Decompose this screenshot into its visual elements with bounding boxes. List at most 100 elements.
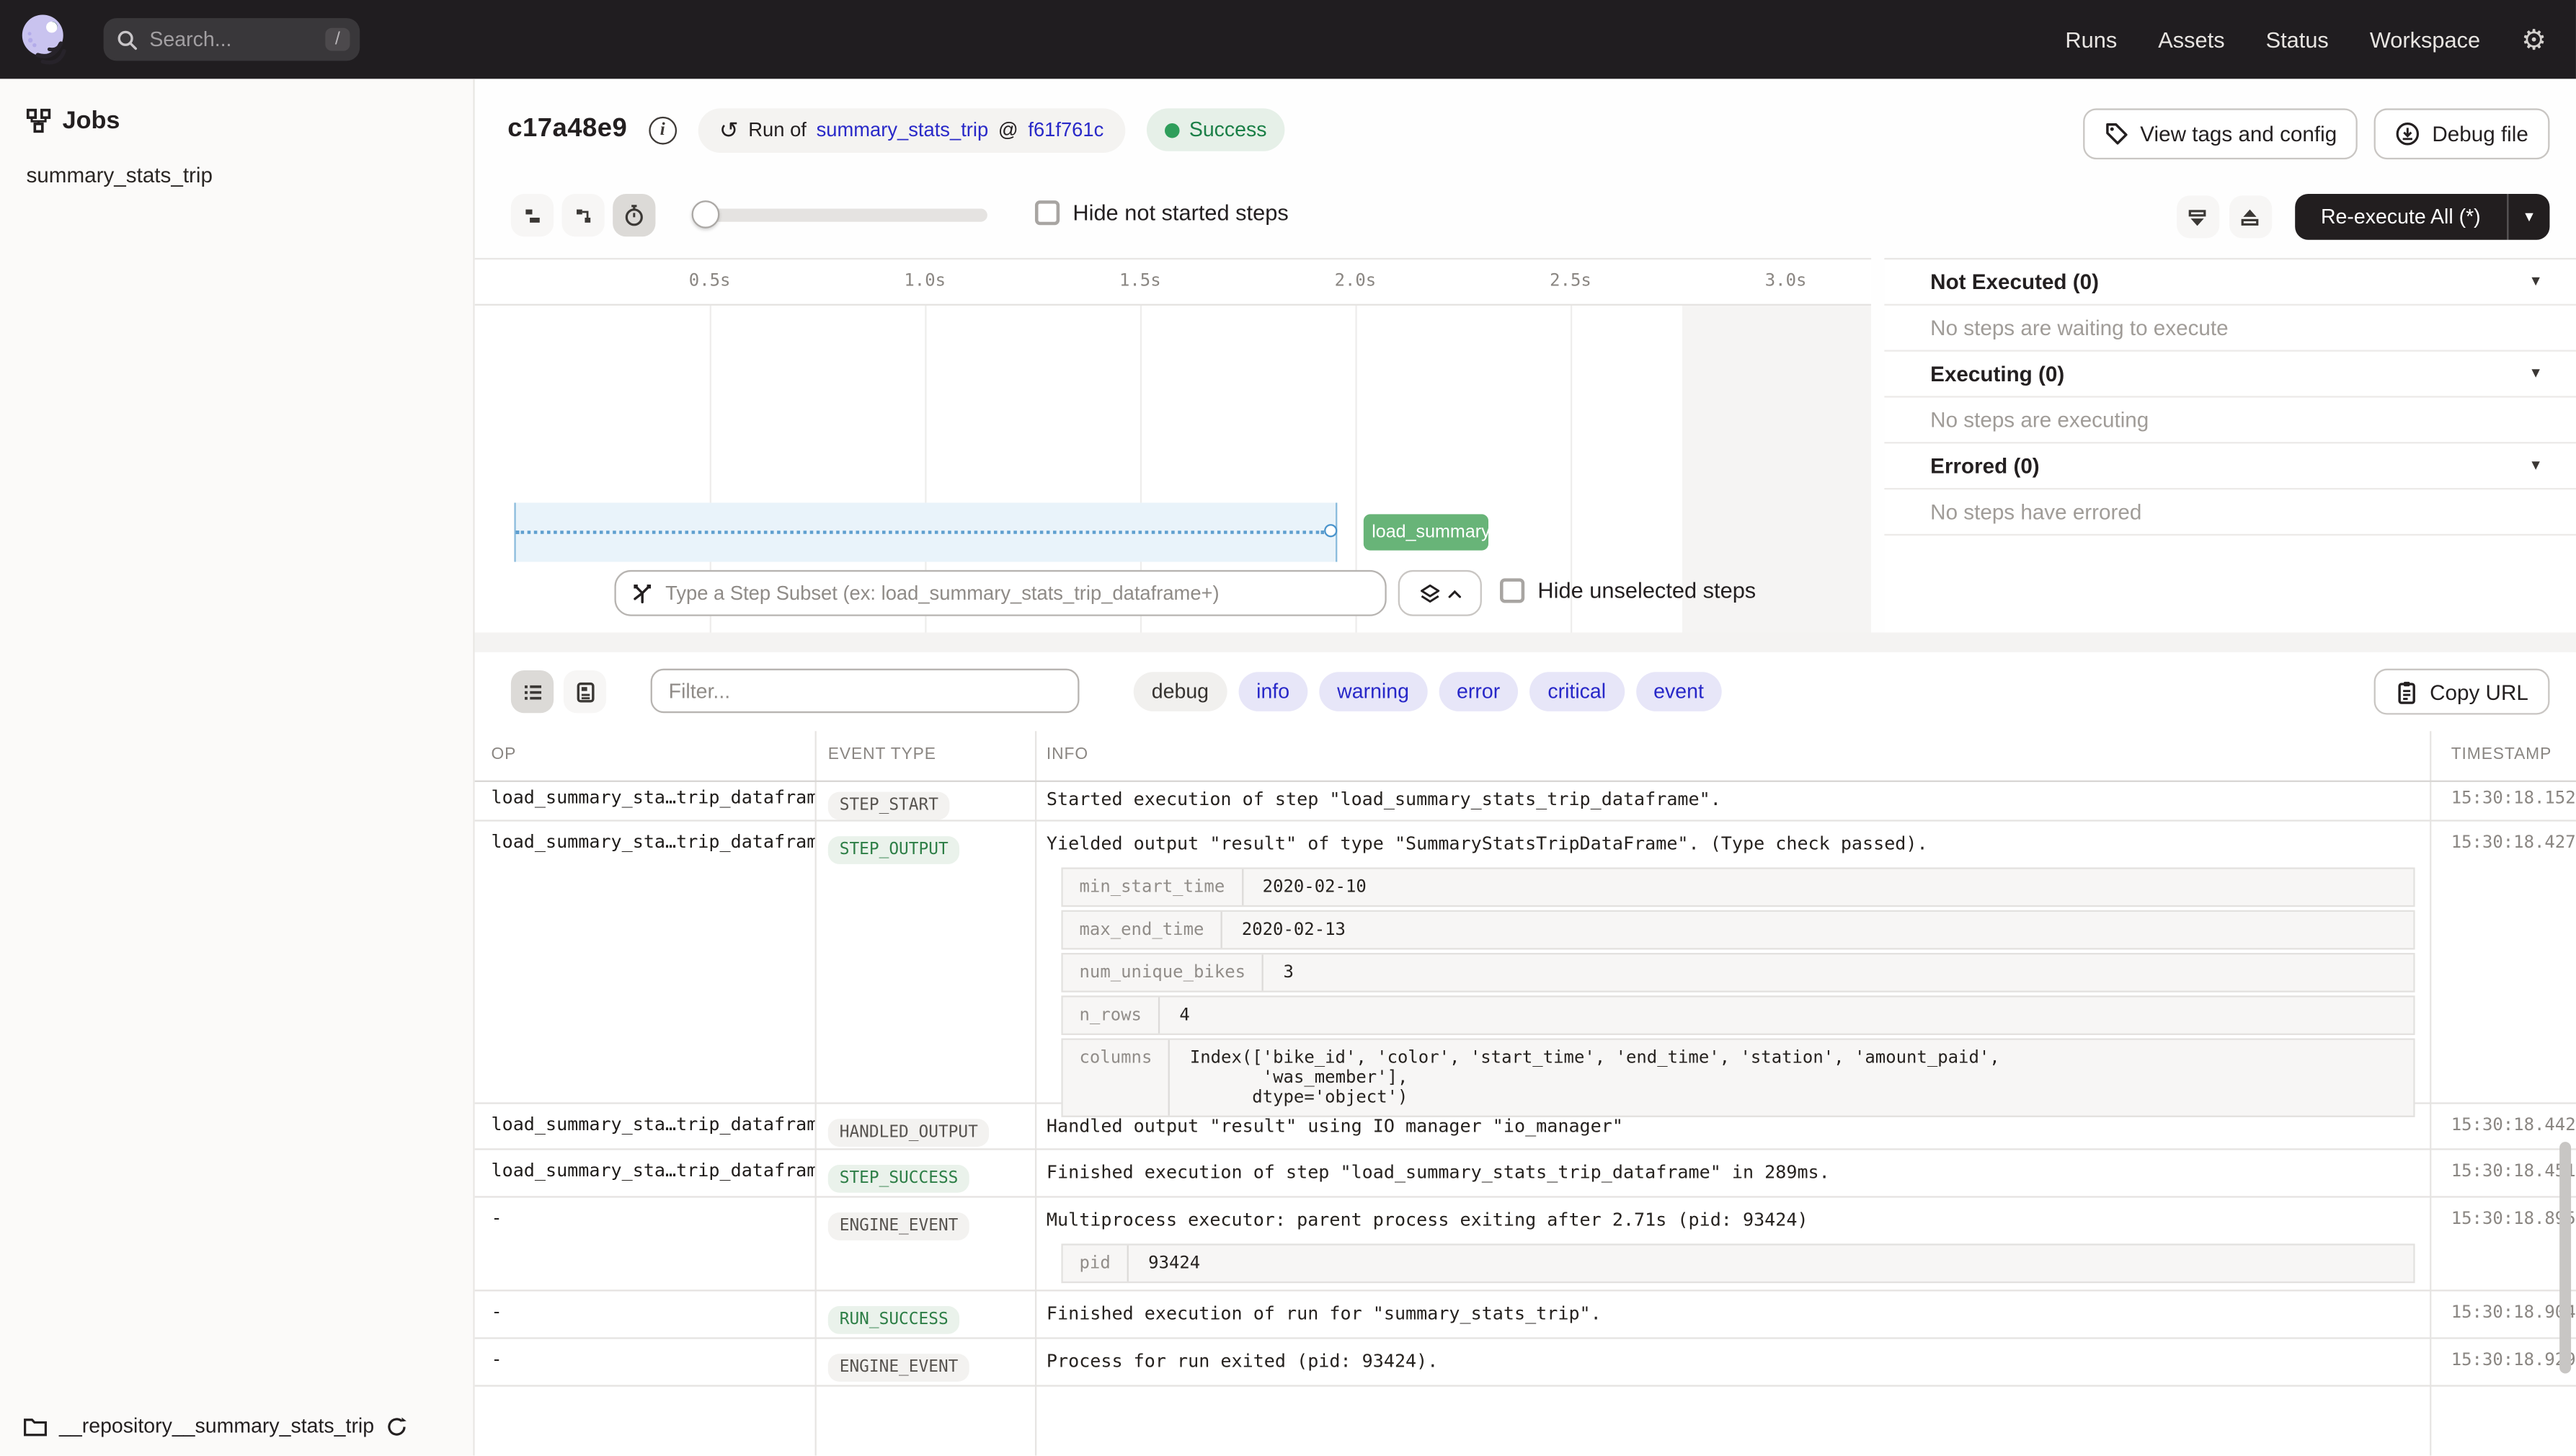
copy-url-button[interactable]: Copy URL xyxy=(2374,669,2550,715)
log-level-debug[interactable]: debug xyxy=(1134,672,1227,711)
dagster-logo-icon[interactable] xyxy=(17,12,72,67)
stepped-log-view-button[interactable] xyxy=(511,670,554,713)
flat-view-button[interactable] xyxy=(511,194,554,236)
step-status-panel: Not Executed (0)▾ No steps are waiting to… xyxy=(1884,258,2576,633)
axis-tick: 0.5s xyxy=(674,271,746,290)
zoom-slider[interactable] xyxy=(692,190,987,239)
status-badge: Success xyxy=(1147,108,1285,151)
status-section-header-2[interactable]: Executing (0)▾ xyxy=(1884,352,2576,398)
metadata-value: 3 xyxy=(1263,954,1313,990)
log-row[interactable]: -ENGINE_EVENTMultiprocess executor: pare… xyxy=(475,1198,2576,1292)
col-header-op: OP xyxy=(492,746,517,764)
chevron-down-icon[interactable]: ▾ xyxy=(2507,194,2549,240)
waterfall-view-button[interactable] xyxy=(562,194,605,236)
chevron-down-icon: ▾ xyxy=(2531,365,2539,383)
zoom-slider-thumb[interactable] xyxy=(692,200,720,228)
debug-file-label: Debug file xyxy=(2432,122,2528,146)
status-section-empty-text: No steps are waiting to execute xyxy=(1930,316,2228,340)
log-row-event-type-cell: STEP_SUCCESS xyxy=(815,1150,1035,1193)
log-level-warning[interactable]: warning xyxy=(1319,672,1427,711)
structured-log-view-button[interactable] xyxy=(564,670,606,713)
reload-icon[interactable] xyxy=(386,1416,407,1437)
log-level-filters: debug info warning error critical event xyxy=(1134,672,1722,711)
hide-not-started-checkbox[interactable] xyxy=(1035,200,1060,225)
nav-link-runs[interactable]: Runs xyxy=(2065,27,2117,52)
log-row[interactable]: load_summary_sta…trip_dataframe STEP_STAR… xyxy=(475,782,2576,822)
history-icon: ↺ xyxy=(719,116,739,144)
event-type-badge: STEP_SUCCESS xyxy=(828,1165,970,1193)
job-name-link[interactable]: summary_stats_trip xyxy=(817,118,989,141)
gear-icon[interactable]: ⚙ xyxy=(2521,25,2546,53)
gantt-bottom-bar: Type a Step Subset (ex: load_summary_sta… xyxy=(475,570,1871,619)
step-subset-input[interactable]: Type a Step Subset (ex: load_summary_sta… xyxy=(614,570,1386,616)
gantt-step-box[interactable]: load_summary_ xyxy=(1364,514,1488,550)
status-section-header-1[interactable]: Not Executed (0)▾ xyxy=(1884,259,2576,306)
debug-file-button[interactable]: Debug file xyxy=(2375,108,2550,159)
search-placeholder: Search... xyxy=(149,28,325,51)
zoom-in-fit-icon[interactable] xyxy=(2229,195,2271,238)
log-row-info-text: Multiprocess executor: parent process ex… xyxy=(1047,1209,2420,1231)
log-row[interactable]: load_summary_sta…trip_dataframeSTEP_OUTP… xyxy=(475,822,2576,1104)
nav-link-status[interactable]: Status xyxy=(2266,27,2329,52)
log-level-error[interactable]: error xyxy=(1439,672,1518,711)
view-tags-config-button[interactable]: View tags and config xyxy=(2083,108,2358,159)
timed-view-button[interactable] xyxy=(613,194,655,236)
sidebar-item-summary-stats-trip[interactable]: summary_stats_trip xyxy=(26,163,213,187)
log-level-event[interactable]: event xyxy=(1635,672,1722,711)
axis-tick: 3.0s xyxy=(1749,271,1821,290)
panel-split-handle[interactable] xyxy=(475,633,2576,652)
vertical-scrollbar[interactable] xyxy=(2559,1142,2571,1373)
log-row[interactable]: load_summary_sta…trip_dataframe HANDLED_O… xyxy=(475,1104,2576,1150)
nav-link-assets[interactable]: Assets xyxy=(2158,27,2224,52)
log-row-op: load_summary_sta…trip_dataframe xyxy=(475,1104,815,1135)
log-view-toggles xyxy=(511,670,606,713)
search-input[interactable]: Search... / xyxy=(104,18,360,61)
status-section-title: Executing (0) xyxy=(1930,361,2531,386)
log-row-event-type-cell: STEP_OUTPUT xyxy=(815,822,1035,864)
log-row[interactable]: load_summary_sta…trip_dataframeSTEP_SUCC… xyxy=(475,1150,2576,1198)
log-row-event-type-cell: ENGINE_EVENT xyxy=(815,1339,1035,1382)
metadata-key: max_end_time xyxy=(1063,912,1222,948)
zoom-out-fit-icon[interactable] xyxy=(2176,195,2219,238)
status-section-empty-text: No steps are executing xyxy=(1930,407,2149,432)
log-filter-placeholder: Filter... xyxy=(669,679,731,702)
reexecute-all-label: Re-execute All (*) xyxy=(2295,194,2508,240)
status-section-body: No steps have errored xyxy=(1884,489,2576,536)
header-buttons: View tags and config Debug file xyxy=(2083,108,2550,159)
nav-link-workspace[interactable]: Workspace xyxy=(2370,27,2480,52)
info-icon[interactable]: i xyxy=(649,116,677,144)
col-header-timestamp: TIMESTAMP xyxy=(2451,746,2552,764)
layers-icon xyxy=(1418,582,1440,604)
chevron-down-icon: ▾ xyxy=(2531,272,2539,290)
log-table: OP EVENT TYPE INFO TIMESTAMP load_summar… xyxy=(475,731,2576,1455)
snapshot-link[interactable]: f61f761c xyxy=(1028,118,1103,141)
log-row-event-type-cell: ENGINE_EVENT xyxy=(815,1198,1035,1240)
log-row-info-text: Finished execution of run for "summary_s… xyxy=(1047,1302,2420,1324)
log-row-op: load_summary_sta…trip_dataframe xyxy=(475,782,815,808)
sidebar: Jobs summary_stats_trip __repository__su… xyxy=(0,79,475,1455)
sidebar-title: Jobs xyxy=(63,107,120,135)
search-shortcut-key: / xyxy=(325,28,350,51)
log-row[interactable]: -ENGINE_EVENTProcess for run exited (pid… xyxy=(475,1339,2576,1387)
log-level-info[interactable]: info xyxy=(1238,672,1307,711)
log-row-op: - xyxy=(475,1292,815,1323)
metadata-table: pid93424 xyxy=(1061,1243,2415,1283)
repository-row: __repository__summary_stats_trip xyxy=(23,1414,407,1437)
hide-unselected-checkbox-row[interactable]: Hide unselected steps xyxy=(1500,578,1756,603)
log-row[interactable]: -RUN_SUCCESSFinished execution of run fo… xyxy=(475,1292,2576,1339)
reexecute-all-button[interactable]: Re-execute All (*) ▾ xyxy=(2295,194,2550,240)
status-section-body: No steps are waiting to execute xyxy=(1884,306,2576,352)
log-filter-input[interactable]: Filter... xyxy=(651,669,1080,714)
zoom-slider-track xyxy=(705,208,987,221)
graph-query-toggle-button[interactable] xyxy=(1398,570,1482,616)
event-type-badge: HANDLED_OUTPUT xyxy=(828,1119,990,1147)
folder-icon xyxy=(23,1416,48,1437)
hide-unselected-checkbox[interactable] xyxy=(1500,578,1524,603)
status-section-header-3[interactable]: Errored (0)▾ xyxy=(1884,443,2576,489)
log-table-header: OP EVENT TYPE INFO TIMESTAMP xyxy=(475,731,2576,782)
log-level-critical[interactable]: critical xyxy=(1529,672,1624,711)
event-type-badge: STEP_START xyxy=(828,792,950,820)
hide-not-started-checkbox-row[interactable]: Hide not started steps xyxy=(1035,200,1289,225)
main-content: c17a48e9 i ↺ Run of summary_stats_trip @… xyxy=(475,79,2576,1455)
log-row-event-type-cell: HANDLED_OUTPUT xyxy=(815,1104,1035,1147)
